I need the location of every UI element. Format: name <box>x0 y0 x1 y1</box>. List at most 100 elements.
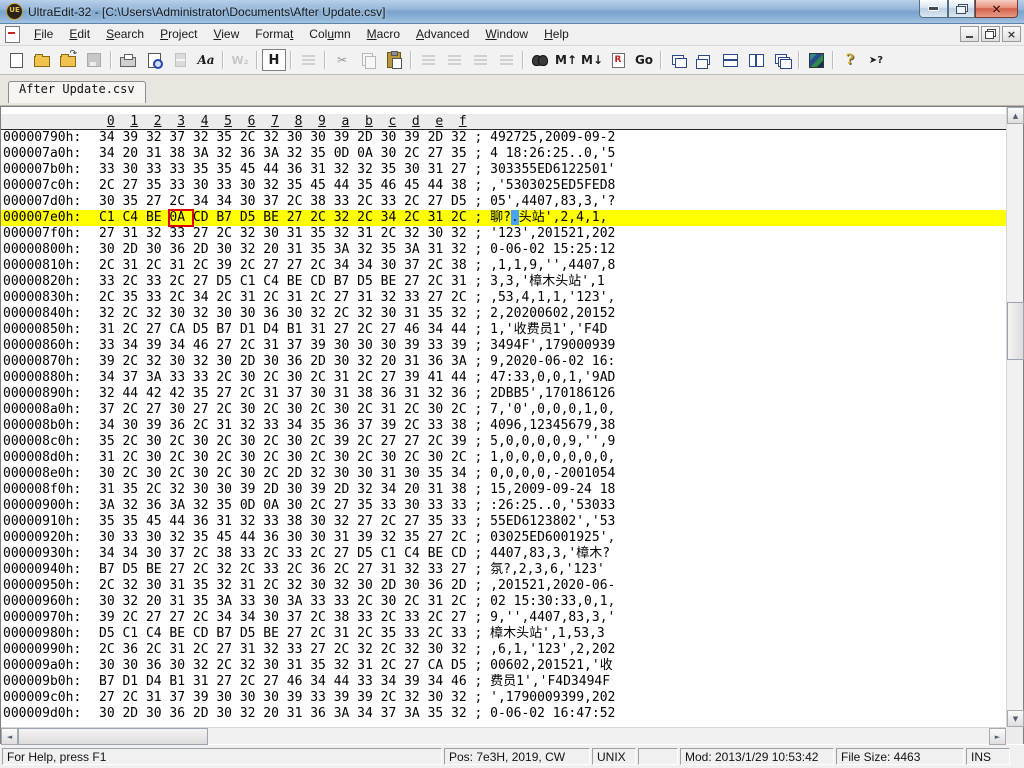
hex-byte[interactable]: 2C <box>428 626 451 642</box>
hex-byte[interactable]: 31 <box>310 322 333 338</box>
hex-byte[interactable]: 31 <box>169 578 192 594</box>
hex-byte[interactable]: 33 <box>451 514 474 530</box>
hex-byte[interactable]: 34 <box>381 210 404 226</box>
hex-byte[interactable]: 27 <box>193 226 216 242</box>
hex-byte[interactable]: 2C <box>310 258 333 274</box>
ascii-column[interactable]: 4096,12345679,38 <box>490 418 615 433</box>
hex-byte[interactable]: 27 <box>334 322 357 338</box>
hex-byte[interactable]: 31 <box>287 290 310 306</box>
hex-byte[interactable]: 2C <box>310 498 333 514</box>
open-file-button[interactable] <box>30 49 54 71</box>
hex-byte[interactable]: 34 <box>169 338 192 354</box>
hex-byte[interactable]: 35 <box>193 578 216 594</box>
hex-byte[interactable]: 37 <box>381 706 404 722</box>
hex-byte[interactable]: 34 <box>287 418 310 434</box>
hex-byte[interactable]: 32 <box>193 306 216 322</box>
hex-byte[interactable]: 2C <box>169 194 192 210</box>
hex-byte[interactable]: 39 <box>310 338 333 354</box>
hex-byte[interactable]: 2C <box>122 402 145 418</box>
hex-byte[interactable]: 27 <box>428 530 451 546</box>
hex-byte[interactable]: 30 <box>381 146 404 162</box>
hex-byte[interactable]: 30 <box>240 306 263 322</box>
hex-byte[interactable]: 2C <box>240 258 263 274</box>
hex-byte[interactable]: 33 <box>263 514 286 530</box>
hex-byte[interactable]: 27 <box>216 386 239 402</box>
hex-byte[interactable]: 30 <box>381 258 404 274</box>
hex-byte[interactable]: 2C <box>122 434 145 450</box>
hex-byte[interactable]: 2C <box>381 610 404 626</box>
hex-byte[interactable]: 38 <box>451 258 474 274</box>
hex-byte[interactable]: 39 <box>404 370 427 386</box>
hex-byte[interactable]: 2D <box>428 130 451 146</box>
hex-byte[interactable]: 34 <box>122 546 145 562</box>
split-vertical-button[interactable] <box>744 49 768 71</box>
hex-row-00000870[interactable]: 00000870h: 39 2C 32 30 32 30 2D 30 36 2D 30 32 20 31 36… <box>1 354 1006 370</box>
hex-byte[interactable]: 30 <box>404 162 427 178</box>
hex-byte[interactable]: 2C <box>451 530 474 546</box>
hex-byte[interactable]: 30 <box>381 338 404 354</box>
hex-byte[interactable]: 2C <box>357 194 380 210</box>
hex-byte[interactable]: 31 <box>334 626 357 642</box>
hex-byte[interactable]: 32 <box>99 306 122 322</box>
hex-row-00000840[interactable]: 00000840h: 32 2C 32 30 32 30 30 36 30 32 2C 32 30 31 35… <box>1 306 1006 322</box>
hex-byte[interactable]: 2C <box>193 562 216 578</box>
menu-macro[interactable]: Macro <box>359 24 408 45</box>
hex-byte[interactable]: 35 <box>428 514 451 530</box>
hex-byte[interactable]: 33 <box>334 194 357 210</box>
hex-byte[interactable]: 30 <box>216 706 239 722</box>
document-icon[interactable] <box>5 26 20 43</box>
hex-byte[interactable]: 33 <box>193 370 216 386</box>
hex-byte[interactable]: B7 <box>216 626 239 642</box>
hex-byte[interactable]: 31 <box>99 322 122 338</box>
hex-byte[interactable]: 30 <box>310 530 333 546</box>
hex-byte[interactable]: 2C <box>357 626 380 642</box>
horizontal-scroll-thumb[interactable] <box>18 728 208 745</box>
hex-byte[interactable]: 31 <box>287 226 310 242</box>
hex-byte[interactable]: 2C <box>263 450 286 466</box>
hex-byte[interactable]: 34 <box>99 146 122 162</box>
hex-byte[interactable]: 2C <box>99 290 122 306</box>
goto-button[interactable]: Go <box>632 49 656 71</box>
replace-button[interactable]: R <box>606 49 630 71</box>
hex-byte[interactable]: C1 <box>122 626 145 642</box>
hex-byte[interactable]: B1 <box>169 674 192 690</box>
hex-byte[interactable]: 27 <box>146 322 169 338</box>
hex-row-000007c0[interactable]: 000007c0h: 2C 27 35 33 30 33 30 32 35 45 44 35 46 45 44… <box>1 178 1006 194</box>
hex-byte[interactable]: 33 <box>428 338 451 354</box>
hex-byte[interactable]: 33 <box>240 594 263 610</box>
hex-byte[interactable]: 2C <box>216 290 239 306</box>
hex-byte[interactable]: 2D <box>193 242 216 258</box>
hex-byte[interactable]: 30 <box>310 578 333 594</box>
hex-byte[interactable]: 32 <box>357 162 380 178</box>
hex-byte[interactable]: 2C <box>263 370 286 386</box>
hex-byte[interactable]: 2C <box>240 386 263 402</box>
hex-byte[interactable]: 37 <box>99 402 122 418</box>
hex-byte[interactable]: 33 <box>428 562 451 578</box>
ascii-column[interactable]: 00602,201521,'收 <box>490 658 613 673</box>
hex-byte[interactable]: 3A <box>193 146 216 162</box>
hex-byte[interactable]: 2C <box>263 402 286 418</box>
hex-byte[interactable]: 2C <box>404 594 427 610</box>
hex-byte[interactable]: 32 <box>240 658 263 674</box>
hex-byte[interactable]: 27 <box>287 210 310 226</box>
hex-byte[interactable]: 32 <box>404 642 427 658</box>
hex-byte[interactable]: 37 <box>357 418 380 434</box>
hex-byte[interactable]: C4 <box>404 546 427 562</box>
hex-byte[interactable]: 32 <box>357 482 380 498</box>
hex-byte[interactable]: 2C <box>334 306 357 322</box>
hex-byte[interactable]: 30 <box>99 706 122 722</box>
hex-byte[interactable]: 46 <box>451 674 474 690</box>
hex-byte[interactable]: 38 <box>451 178 474 194</box>
hex-byte[interactable]: 2C <box>310 546 333 562</box>
hex-byte[interactable]: 2D <box>122 706 145 722</box>
hex-byte[interactable]: 31 <box>193 674 216 690</box>
hex-byte[interactable]: D4 <box>263 322 286 338</box>
hex-byte[interactable]: 36 <box>334 418 357 434</box>
selected-character[interactable]: . <box>510 210 519 225</box>
hex-byte[interactable]: 27 <box>193 274 216 290</box>
hex-byte[interactable]: 31 <box>428 242 451 258</box>
hex-byte[interactable]: 31 <box>334 530 357 546</box>
menu-column[interactable]: Column <box>301 24 358 45</box>
hex-byte[interactable]: 37 <box>404 258 427 274</box>
hex-byte[interactable]: 31 <box>240 578 263 594</box>
